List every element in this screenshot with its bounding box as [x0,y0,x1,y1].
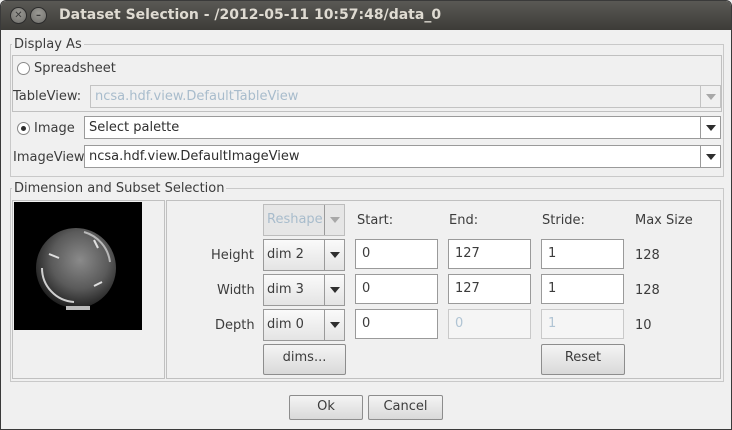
minimize-window-button[interactable]: – [30,7,47,24]
window-title: Dataset Selection - /2012-05-11 10:57:48… [59,7,442,23]
imageview-dropdown-arrow[interactable] [700,146,720,167]
depth-stride-input: 1 [541,309,624,339]
imageview-combo[interactable]: ncsa.hdf.view.DefaultImageView [84,145,721,168]
tableview-value: ncsa.hdf.view.DefaultTableView [95,89,299,104]
chevron-down-icon [705,93,716,100]
chevron-down-icon [329,252,340,258]
height-dim-combo[interactable]: dim 2 [263,239,345,271]
spreadsheet-radio[interactable] [17,62,30,75]
height-dim-value: dim 2 [267,247,304,262]
depth-start-input[interactable]: 0 [355,309,438,339]
width-start-input[interactable]: 0 [355,274,438,304]
close-window-button[interactable]: ✕ [10,7,27,24]
spreadsheet-label[interactable]: Spreadsheet [34,61,116,76]
height-label: Height [211,248,254,263]
depth-max-size: 10 [635,318,652,333]
end-header: End: [449,213,479,228]
imageview-value: ncsa.hdf.view.DefaultImageView [89,149,300,164]
chevron-down-icon [329,322,340,328]
palette-combo[interactable]: Select palette [84,116,721,139]
chevron-down-icon [329,287,340,293]
reshape-label: Reshape [267,212,323,227]
reset-button[interactable]: Reset [541,344,625,375]
width-stride-input[interactable]: 1 [541,274,624,304]
width-max-size: 128 [635,283,660,298]
depth-label: Depth [215,318,255,333]
depth-dim-combo[interactable]: dim 0 [263,309,345,341]
reshape-combo: Reshape [263,204,345,236]
dimension-subset-legend: Dimension and Subset Selection [14,181,225,196]
chevron-down-icon [705,153,716,160]
width-dim-combo[interactable]: dim 3 [263,274,345,306]
start-header: Start: [357,213,394,228]
depth-dim-dropdown-arrow[interactable] [324,310,344,340]
palette-value: Select palette [89,120,180,135]
image-radio[interactable] [17,122,30,135]
display-as-legend: Display As [14,37,82,52]
ok-button[interactable]: Ok [289,395,363,420]
depth-dim-value: dim 0 [267,317,304,332]
height-stride-input[interactable]: 1 [541,239,624,269]
dataset-selection-dialog: ✕ – Dataset Selection - /2012-05-11 10:5… [0,0,732,430]
height-start-input[interactable]: 0 [355,239,438,269]
close-icon: ✕ [14,10,23,21]
tableview-label: TableView: [13,89,82,104]
minimize-icon: – [36,10,41,21]
width-dim-value: dim 3 [267,282,304,297]
depth-end-input: 0 [448,309,531,339]
dims-button[interactable]: dims... [263,344,346,375]
title-bar: ✕ – Dataset Selection - /2012-05-11 10:5… [1,1,731,30]
tableview-dropdown-arrow [700,86,720,107]
palette-dropdown-arrow[interactable] [700,117,720,138]
chevron-down-icon [705,124,716,131]
stride-header: Stride: [542,213,585,228]
height-max-size: 128 [635,248,660,263]
max-size-header: Max Size [635,213,693,228]
cancel-button[interactable]: Cancel [368,395,443,420]
reshape-dropdown-arrow [324,205,344,235]
chevron-down-icon [329,217,340,223]
width-label: Width [217,283,255,298]
height-end-input[interactable]: 127 [448,239,531,269]
preview-image-icon [36,228,116,310]
imageview-label: ImageView: [13,150,89,165]
tableview-combo: ncsa.hdf.view.DefaultTableView [90,85,721,108]
width-dim-dropdown-arrow[interactable] [324,275,344,305]
image-preview [14,202,142,330]
image-label[interactable]: Image [34,121,75,136]
height-dim-dropdown-arrow[interactable] [324,240,344,270]
width-end-input[interactable]: 127 [448,274,531,304]
